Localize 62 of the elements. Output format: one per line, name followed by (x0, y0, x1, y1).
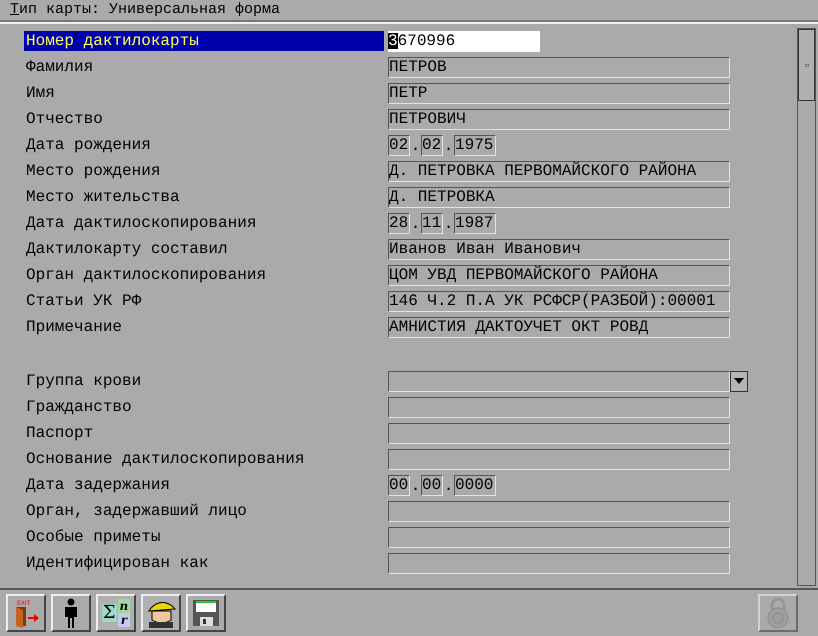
input-field[interactable]: Д. ПЕТРОВКА ПЕРВОМАЙСКОГО РАЙОНА (388, 160, 730, 182)
field-label: Паспорт (25, 423, 94, 443)
input-field[interactable]: Д. ПЕТРОВКА (388, 186, 730, 208)
dropdown-button[interactable] (730, 370, 748, 392)
agent-button[interactable] (141, 594, 181, 632)
save-button[interactable] (186, 594, 226, 632)
field-label: Особые приметы (25, 527, 160, 547)
field-label: Номер дактилокарты (24, 31, 384, 51)
input-field[interactable]: 3670996 (388, 30, 540, 52)
date-separator: . (410, 136, 421, 156)
input-field[interactable]: 146 Ч.2 П.А УК РСФСР(РАЗБОЙ):00001 (388, 290, 730, 312)
field-label: Идентифицирован как (25, 553, 208, 573)
input-field[interactable] (388, 422, 730, 444)
person-button[interactable] (51, 594, 91, 632)
scrollbar[interactable] (797, 28, 816, 586)
date-separator: . (410, 476, 421, 496)
dropdown-field[interactable] (388, 370, 730, 392)
field-label: Дата рождения (25, 135, 151, 155)
field-label: Статьи УК РФ (25, 291, 142, 311)
field-label: Отчество (25, 109, 103, 129)
input-field[interactable] (388, 552, 730, 574)
input-field[interactable] (388, 526, 730, 548)
field-label: Группа крови (25, 371, 142, 391)
input-field[interactable]: Иванов Иван Иванович (388, 238, 730, 260)
date-separator: . (443, 136, 454, 156)
day-field[interactable]: 02 (388, 134, 410, 156)
field-label: Фамилия (25, 57, 94, 77)
input-field[interactable] (388, 500, 730, 522)
year-field[interactable]: 1975 (454, 134, 496, 156)
field-label: Дата дактилоскопирования (25, 213, 256, 233)
field-label: Основание дактилоскопирования (25, 449, 304, 469)
field-label: Орган, задержавший лицо (25, 501, 247, 521)
month-field[interactable]: 02 (421, 134, 443, 156)
field-label: Место жительства (25, 187, 180, 207)
date-separator: . (443, 214, 454, 234)
person-icon (63, 598, 79, 628)
caret-down-icon (734, 378, 744, 384)
month-field[interactable]: 11 (421, 212, 443, 234)
month-field[interactable]: 00 (421, 474, 443, 496)
field-label: Орган дактилоскопирования (25, 265, 266, 285)
year-field[interactable]: 1987 (454, 212, 496, 234)
input-field[interactable]: ПЕТРОВИЧ (388, 108, 730, 130)
year-field[interactable]: 0000 (454, 474, 496, 496)
day-field[interactable]: 28 (388, 212, 410, 234)
input-field[interactable] (388, 396, 730, 418)
input-field[interactable]: ЦОМ УВД ПЕРВОМАЙСКОГО РАЙОНА (388, 264, 730, 286)
field-label: Примечание (25, 317, 122, 337)
field-label: Гражданство (25, 397, 132, 417)
input-field[interactable]: ПЕТРОВ (388, 56, 730, 78)
field-label: Имя (25, 83, 55, 103)
date-separator: . (443, 476, 454, 496)
input-field[interactable]: АМНИСТИЯ ДАКТОУЧЕТ ОКТ РОВД (388, 316, 730, 338)
date-separator: . (410, 214, 421, 234)
scroll-thumb[interactable] (798, 29, 815, 101)
field-label: Дата задержания (25, 475, 170, 495)
day-field[interactable]: 00 (388, 474, 410, 496)
input-field[interactable]: ПЕТР (388, 82, 730, 104)
padlock-icon (765, 597, 791, 629)
field-label: Место рождения (25, 161, 160, 181)
input-field[interactable] (388, 448, 730, 470)
form-type-title: Тип карты: Универсальная форма (10, 0, 280, 20)
field-label: Дактилокарту составил (25, 239, 228, 259)
